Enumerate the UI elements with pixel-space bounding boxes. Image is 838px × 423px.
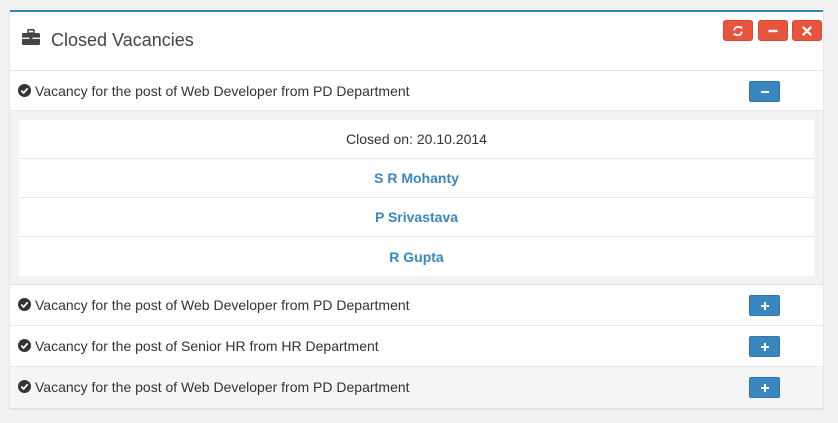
- minimize-button[interactable]: [758, 20, 788, 41]
- briefcase-icon: [22, 29, 40, 45]
- vacancy-title: Vacancy for the post of Web Developer fr…: [35, 83, 410, 99]
- vacancy-row: Vacancy for the post of Web Developer fr…: [10, 285, 823, 326]
- plus-icon: [760, 301, 769, 310]
- expand-button[interactable]: [749, 295, 780, 316]
- vacancy-row: Vacancy for the post of Web Developer fr…: [10, 71, 823, 111]
- candidate-link[interactable]: R Gupta: [19, 237, 814, 276]
- closed-date: Closed on: 20.10.2014: [19, 120, 814, 159]
- refresh-button[interactable]: [723, 20, 753, 41]
- expand-button[interactable]: [749, 377, 780, 398]
- panel-title: Closed Vacancies: [51, 30, 194, 50]
- minus-icon: [760, 90, 769, 93]
- refresh-icon: [733, 25, 743, 36]
- panel-header: Closed Vacancies: [10, 12, 823, 71]
- vacancy-title: Vacancy for the post of Web Developer fr…: [35, 379, 410, 395]
- check-circle-icon: [18, 84, 31, 97]
- vacancy-title: Vacancy for the post of Web Developer fr…: [35, 297, 410, 313]
- close-button[interactable]: [792, 20, 822, 41]
- candidate-link[interactable]: P Srivastava: [19, 198, 814, 237]
- details-list: Closed on: 20.10.2014 S R Mohanty P Sriv…: [19, 120, 814, 276]
- vacancy-title: Vacancy for the post of Senior HR from H…: [35, 338, 379, 354]
- vacancy-row: Vacancy for the post of Web Developer fr…: [10, 367, 823, 408]
- close-icon: [802, 25, 812, 36]
- closed-vacancies-panel: Closed Vacancies Vacancy for the post of…: [10, 10, 823, 408]
- collapse-button[interactable]: [749, 81, 780, 102]
- expand-button[interactable]: [749, 336, 780, 357]
- vacancy-details: Closed on: 20.10.2014 S R Mohanty P Sriv…: [10, 111, 823, 285]
- candidate-link[interactable]: S R Mohanty: [19, 159, 814, 198]
- plus-icon: [760, 342, 769, 351]
- minus-icon: [768, 29, 778, 32]
- vacancy-row: Vacancy for the post of Senior HR from H…: [10, 326, 823, 367]
- check-circle-icon: [18, 339, 31, 352]
- check-circle-icon: [18, 380, 31, 393]
- check-circle-icon: [18, 298, 31, 311]
- plus-icon: [760, 383, 769, 392]
